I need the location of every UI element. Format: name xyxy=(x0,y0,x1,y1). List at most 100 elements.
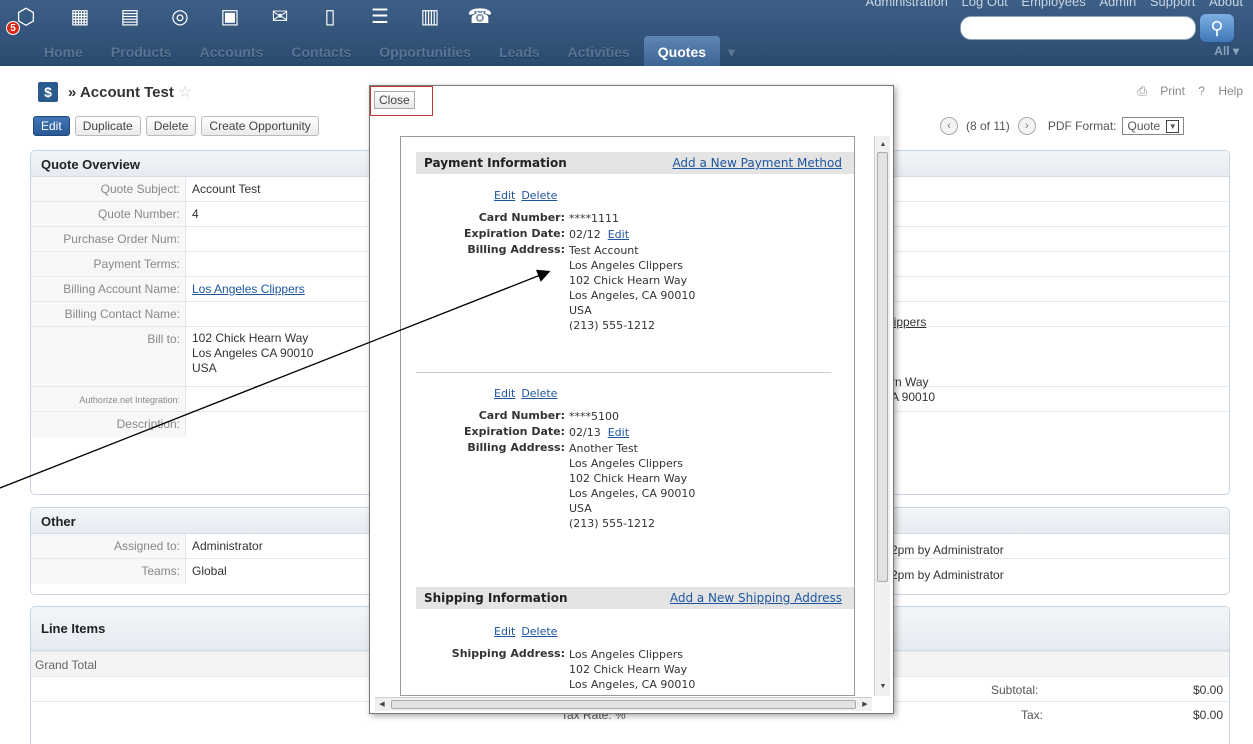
field-label: Teams: xyxy=(31,559,186,584)
horizontal-scrollbar[interactable]: ◀ ▶ xyxy=(375,697,872,711)
tab-activities[interactable]: Activities xyxy=(554,36,644,66)
tab-home[interactable]: Home xyxy=(30,36,97,66)
expiration-label: Expiration Date: xyxy=(463,227,565,240)
duplicate-button[interactable]: Duplicate xyxy=(74,116,141,136)
logout-link[interactable]: Log Out xyxy=(962,0,1008,9)
card-number-label: Card Number: xyxy=(478,409,565,422)
edit-card-link[interactable]: Edit xyxy=(494,189,515,202)
address-line: USA xyxy=(192,361,217,375)
address-line: USA xyxy=(569,304,592,317)
pdf-format-select[interactable]: Quote ▼ xyxy=(1122,117,1185,135)
notification-badge[interactable]: 5 xyxy=(6,21,20,35)
document-icon[interactable]: ▯ xyxy=(316,4,344,30)
edit-button[interactable]: Edit xyxy=(33,116,70,136)
field-value xyxy=(186,387,198,411)
scroll-thumb[interactable] xyxy=(877,152,888,582)
search-icon[interactable]: ⚲ xyxy=(1200,14,1234,42)
date-created: 2pm by Administrator xyxy=(891,543,1004,557)
envelope-icon[interactable]: ✉ xyxy=(266,4,294,30)
shipping-account-link[interactable]: lippers xyxy=(891,315,926,329)
admin-link[interactable]: Administration xyxy=(866,0,948,9)
phone-icon[interactable]: ☎ xyxy=(466,4,494,30)
address-line: 102 Chick Hearn Way xyxy=(569,663,688,676)
expiration-value: 02/12 xyxy=(569,228,601,241)
support-link[interactable]: Support xyxy=(1150,0,1196,9)
tab-opportunities[interactable]: Opportunities xyxy=(365,36,485,66)
payment-info-heading: Payment Information Add a New Payment Met… xyxy=(416,152,854,174)
shipping-address: Los Angeles Clippers 102 Chick Hearn Way… xyxy=(569,647,695,692)
field-label: Quote Subject: xyxy=(31,177,186,201)
delete-shipping-link[interactable]: Delete xyxy=(521,625,557,638)
add-shipping-address-link[interactable]: Add a New Shipping Address xyxy=(670,591,842,605)
user-link[interactable]: Admin xyxy=(1099,0,1136,9)
scroll-down-icon[interactable]: ▼ xyxy=(875,680,891,694)
billing-address: Another Test Los Angeles Clippers 102 Ch… xyxy=(569,441,695,531)
quotes-module-icon: $ xyxy=(38,82,58,102)
contact-card-icon[interactable]: ▤ xyxy=(116,4,144,30)
scroll-thumb[interactable] xyxy=(391,700,856,709)
print-link[interactable]: ⎙ Print xyxy=(1137,84,1185,98)
global-search-input[interactable] xyxy=(960,16,1196,40)
card-number: ****5100 xyxy=(569,410,619,423)
building-icon[interactable]: ▦ xyxy=(66,4,94,30)
tab-products[interactable]: Products xyxy=(97,36,186,66)
previous-record-icon[interactable]: ‹ xyxy=(940,117,958,135)
module-icon-bar: ⬡ 5 ▦ ▤ ◎ ▣ ✉ ▯ ☰ ▥ ☎ xyxy=(0,0,494,35)
next-record-icon[interactable]: › xyxy=(1017,117,1036,135)
card-number: ****1111 xyxy=(569,212,619,225)
field-label: Description: xyxy=(31,412,186,437)
delete-button[interactable]: Delete xyxy=(145,116,197,136)
tab-leads[interactable]: Leads xyxy=(485,36,553,66)
tab-quotes[interactable]: Quotes xyxy=(643,36,721,66)
more-tabs-chevron-icon[interactable]: ▾ xyxy=(720,36,743,66)
edit-shipping-link[interactable]: Edit xyxy=(494,625,515,638)
edit-card-link[interactable]: Edit xyxy=(494,387,515,400)
shipping-info-heading: Shipping Information Add a New Shipping A… xyxy=(416,587,854,609)
tab-contacts[interactable]: Contacts xyxy=(277,36,365,66)
print-label: Print xyxy=(1160,84,1185,98)
field-label: Billing Account Name: xyxy=(31,277,186,301)
create-opportunity-button[interactable]: Create Opportunity xyxy=(201,116,319,136)
breadcrumb: $ » Account Test ☆ xyxy=(38,82,192,102)
shipping-address-row: Shipping Address: Los Angeles Clippers 1… xyxy=(401,647,696,692)
payment-popup: Payment Information Add a New Payment Met… xyxy=(369,85,894,714)
briefcase-icon[interactable]: ▣ xyxy=(216,4,244,30)
help-link[interactable]: ? Help xyxy=(1198,84,1243,98)
delete-card-link[interactable]: Delete xyxy=(521,387,557,400)
edit-expiration-link[interactable]: Edit xyxy=(608,426,629,439)
add-payment-method-link[interactable]: Add a New Payment Method xyxy=(672,156,842,170)
expiration-value: 02/13 xyxy=(569,426,601,439)
address-line: 102 Chick Hearn Way xyxy=(192,331,309,345)
address-line: 102 Chick Hearn Way xyxy=(569,472,688,485)
search-scope-dropdown[interactable]: All ▾ xyxy=(1214,44,1239,58)
page-title: » Account Test xyxy=(68,83,174,101)
card-number-row: Card Number: ****5100 xyxy=(401,409,619,424)
close-highlight: Close xyxy=(370,86,433,116)
billing-address: Test Account Los Angeles Clippers 102 Ch… xyxy=(569,243,695,333)
shipping-heading-label: Shipping Information xyxy=(424,591,568,605)
scroll-up-icon[interactable]: ▲ xyxy=(875,138,891,152)
vertical-scrollbar[interactable]: ▲ ▼ xyxy=(874,136,890,696)
checklist-icon[interactable]: ☰ xyxy=(366,4,394,30)
record-actions: Edit Duplicate Delete Create Opportunity xyxy=(33,116,319,136)
card-number-label: Card Number: xyxy=(478,211,565,224)
address-line: (213) 555-1212 xyxy=(569,319,656,332)
favorite-star-icon[interactable]: ☆ xyxy=(178,82,192,102)
tab-accounts[interactable]: Accounts xyxy=(186,36,278,66)
about-link[interactable]: About xyxy=(1209,0,1243,9)
field-value: 4 xyxy=(192,207,199,221)
employees-link[interactable]: Employees xyxy=(1021,0,1085,9)
billing-account-link[interactable]: Los Angeles Clippers xyxy=(192,282,305,296)
billing-address-row: Billing Address: Test Account Los Angele… xyxy=(401,243,695,333)
scroll-left-icon[interactable]: ◀ xyxy=(375,698,389,712)
cube-logo-icon[interactable]: ⬡ 5 xyxy=(6,2,44,35)
field-label: Billing Contact Name: xyxy=(31,302,186,326)
scroll-right-icon[interactable]: ▶ xyxy=(858,698,872,712)
calendar-icon[interactable]: ▥ xyxy=(416,4,444,30)
address-line: Another Test xyxy=(569,442,638,455)
close-button[interactable]: Close xyxy=(374,91,415,109)
bill-to-address: 102 Chick Hearn Way Los Angeles CA 90010 U… xyxy=(186,327,319,386)
delete-card-link[interactable]: Delete xyxy=(521,189,557,202)
coins-icon[interactable]: ◎ xyxy=(166,4,194,30)
edit-expiration-link[interactable]: Edit xyxy=(608,228,629,241)
